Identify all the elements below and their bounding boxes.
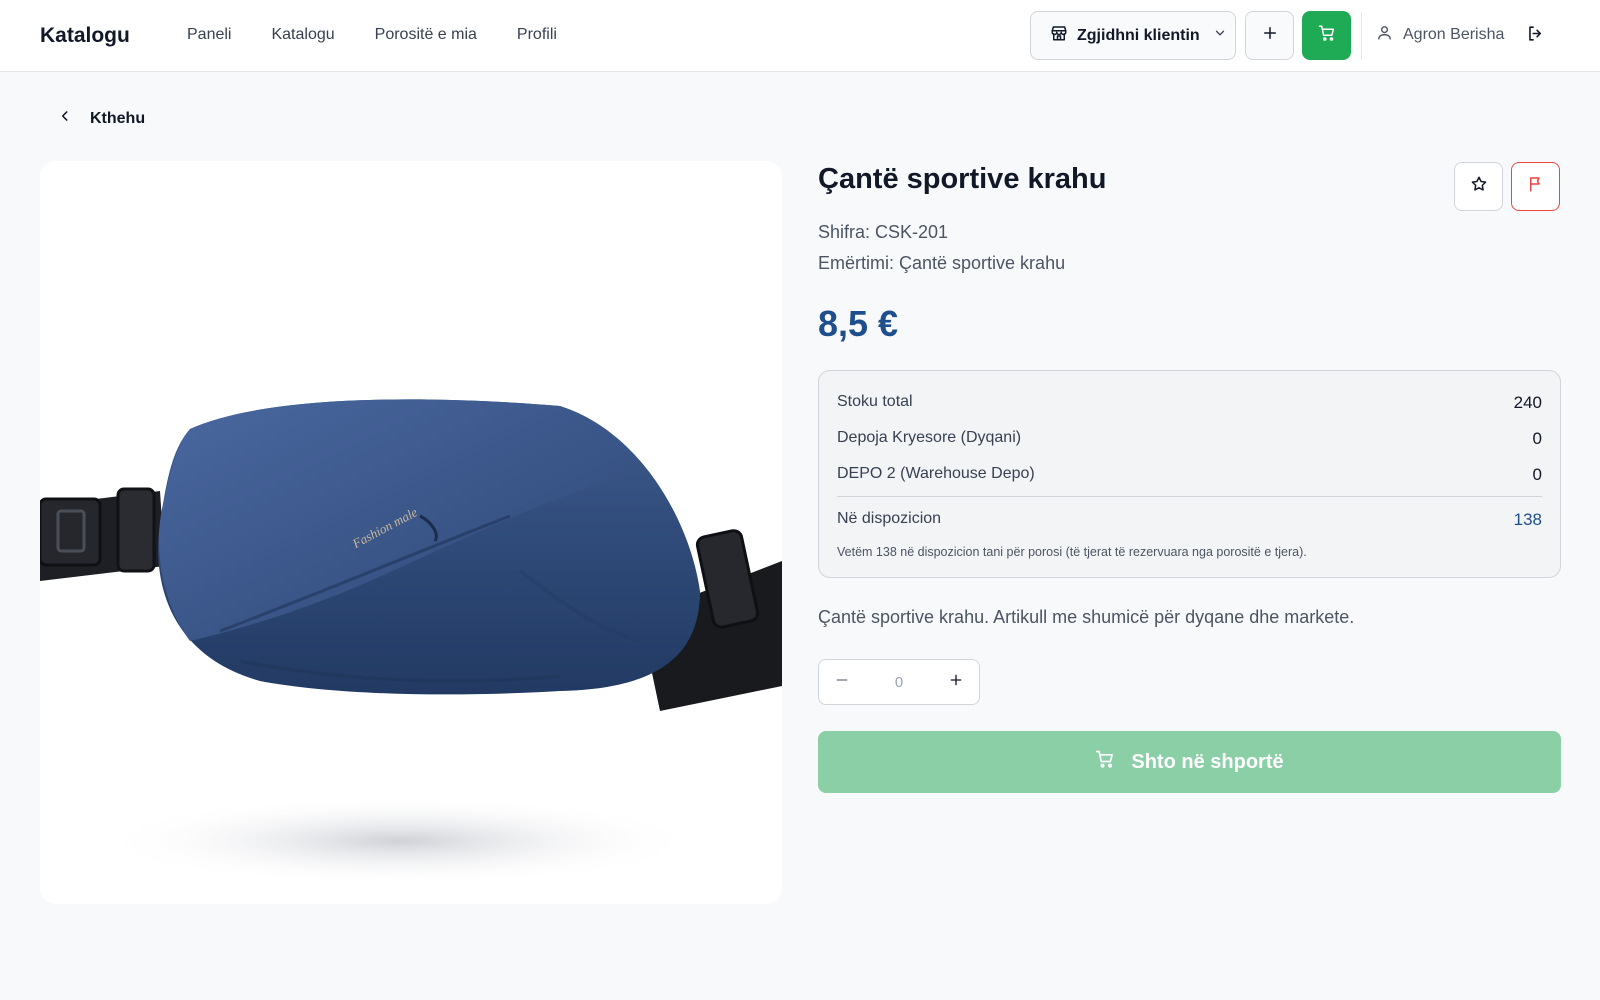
add-to-cart-button[interactable]: Shto në shportë — [818, 731, 1561, 793]
brand-logo[interactable]: Katalogu — [40, 24, 130, 48]
product-image: Fashion male — [40, 161, 782, 904]
stock-value: 0 — [1532, 465, 1542, 484]
chevron-down-icon — [1213, 26, 1227, 45]
available-label: Në dispozicion — [837, 510, 942, 527]
available-value: 138 — [1513, 510, 1542, 529]
user-icon — [1376, 24, 1393, 46]
stock-value: 0 — [1532, 429, 1542, 448]
back-link[interactable]: Kthehu — [58, 109, 145, 128]
main-nav: Paneli Katalogu Porositë e mia Profili — [187, 26, 557, 44]
user-name: Agron Berisha — [1403, 26, 1505, 43]
stock-label: Depoja Kryesore (Dyqani) — [837, 429, 1022, 446]
product-name-line: Emërtimi: Çantë sportive krahu — [818, 253, 1066, 273]
stock-row: Stoku total 240 — [837, 393, 1542, 413]
quantity-stepper — [818, 659, 980, 705]
stock-row: Depoja Kryesore (Dyqani) 0 — [837, 429, 1542, 449]
stock-label: Stoku total — [837, 393, 913, 410]
nav-item-katalogu[interactable]: Katalogu — [271, 26, 334, 44]
favorite-button[interactable] — [1454, 162, 1503, 211]
client-select[interactable]: Zgjidhni klientin — [1030, 11, 1236, 60]
star-icon — [1470, 175, 1488, 198]
stock-value: 240 — [1513, 393, 1542, 412]
stock-divider — [837, 496, 1542, 497]
product-code: Shifra: CSK-201 — [818, 222, 949, 242]
logout-icon — [1526, 24, 1545, 48]
product-price: 8,5 € — [818, 303, 899, 344]
available-row: Në dispozicion 138 — [837, 510, 1542, 530]
quantity-input[interactable] — [865, 673, 933, 691]
product-title: Çantë sportive krahu — [818, 163, 1107, 195]
increase-quantity-button[interactable] — [933, 660, 979, 704]
report-button[interactable] — [1511, 162, 1560, 211]
product-image-panel: Fashion male — [40, 161, 782, 904]
top-header: Katalogu Paneli Katalogu Porositë e mia … — [0, 0, 1600, 72]
user-menu[interactable]: Agron Berisha — [1376, 24, 1504, 46]
stock-panel: Stoku total 240 Depoja Kryesore (Dyqani)… — [818, 370, 1561, 578]
store-icon — [1050, 24, 1068, 47]
plus-icon — [1261, 24, 1279, 47]
flag-icon — [1527, 175, 1545, 198]
add-client-button[interactable] — [1245, 11, 1294, 60]
chevron-left-icon — [58, 109, 72, 128]
nav-item-porosite[interactable]: Porositë e mia — [375, 26, 477, 44]
decrease-quantity-button[interactable] — [819, 660, 865, 704]
nav-item-profili[interactable]: Profili — [517, 26, 557, 44]
cart-icon — [1095, 749, 1115, 775]
cart-icon — [1318, 24, 1336, 47]
availability-note: Vetëm 138 në dispozicion tani për porosi… — [837, 545, 1307, 559]
product-description: Çantë sportive krahu. Artikull me shumic… — [818, 607, 1355, 627]
logout-button[interactable] — [1523, 24, 1547, 48]
stock-row: DEPO 2 (Warehouse Depo) 0 — [837, 465, 1542, 485]
back-label: Kthehu — [90, 109, 146, 127]
nav-item-paneli[interactable]: Paneli — [187, 26, 231, 44]
plus-icon — [948, 672, 964, 693]
add-to-cart-label: Shto në shportë — [1131, 750, 1284, 773]
minus-icon — [834, 672, 850, 693]
client-select-label: Zgjidhni klientin — [1077, 26, 1200, 44]
cart-button[interactable] — [1302, 11, 1351, 60]
header-divider — [1361, 12, 1362, 60]
stock-label: DEPO 2 (Warehouse Depo) — [837, 465, 1035, 482]
